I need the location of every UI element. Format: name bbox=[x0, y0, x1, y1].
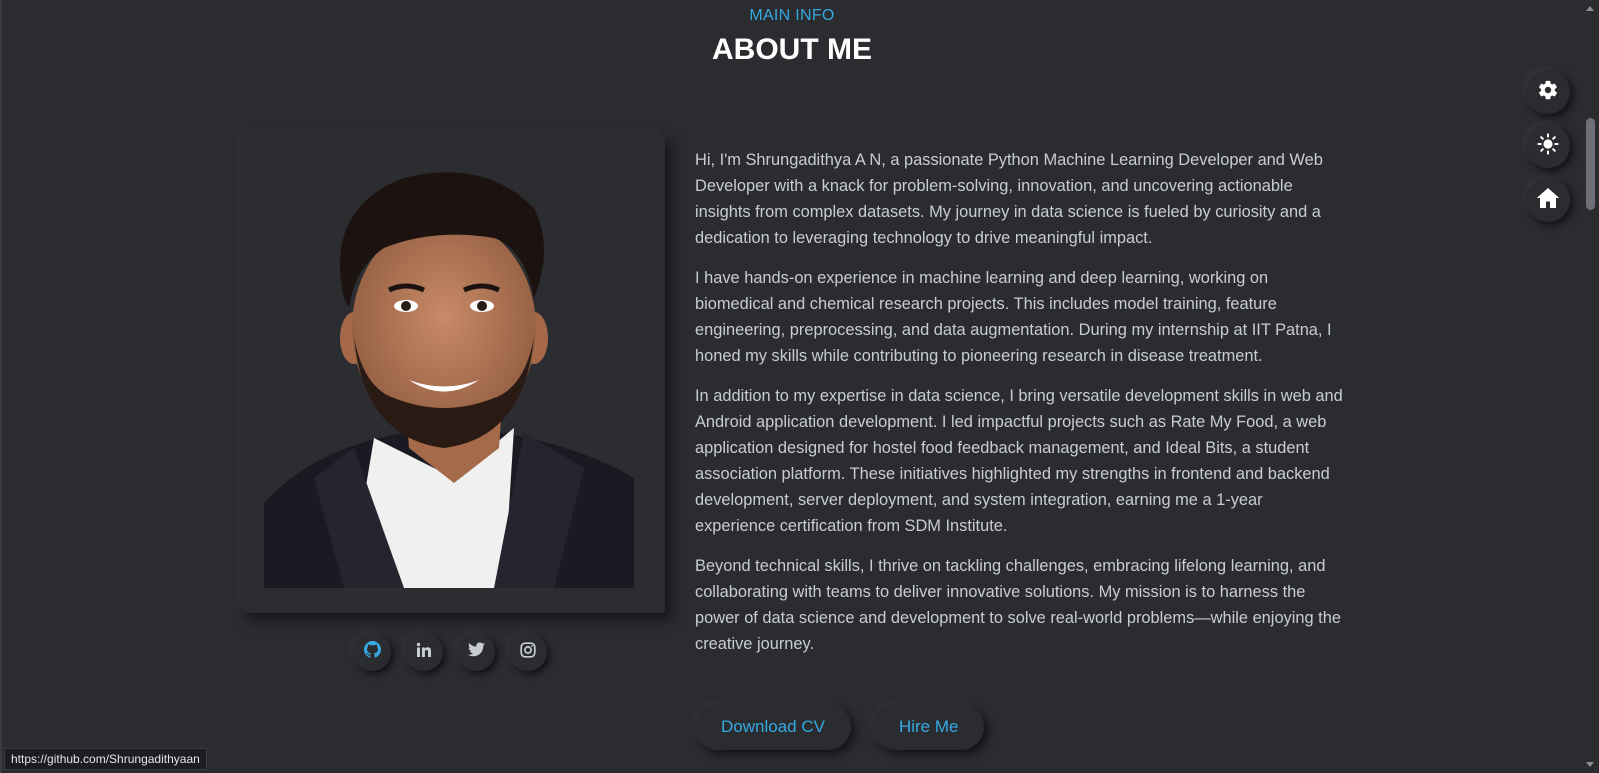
download-cv-button[interactable]: Download CV bbox=[695, 704, 851, 750]
scroll-thumb[interactable] bbox=[1586, 118, 1595, 210]
social-links bbox=[353, 633, 547, 671]
bio-text: Hi, I'm Shrungadithya A N, a passionate … bbox=[695, 147, 1345, 671]
twitter-link[interactable] bbox=[457, 633, 495, 671]
linkedin-icon bbox=[416, 642, 432, 663]
bio-paragraph: Beyond technical skills, I thrive on tac… bbox=[695, 557, 1341, 653]
profile-photo bbox=[254, 148, 652, 600]
github-icon bbox=[363, 641, 381, 663]
section-label: MAIN INFO bbox=[749, 7, 835, 24]
bio-paragraph: I have hands-on experience in machine le… bbox=[695, 269, 1332, 365]
home-button[interactable] bbox=[1526, 178, 1570, 222]
scrollbar[interactable] bbox=[1582, 0, 1599, 773]
settings-button[interactable] bbox=[1526, 70, 1570, 114]
linkedin-link[interactable] bbox=[405, 633, 443, 671]
action-buttons: Download CV Hire Me bbox=[695, 704, 985, 750]
home-icon bbox=[1536, 187, 1560, 214]
gear-icon bbox=[1537, 79, 1559, 106]
sun-icon bbox=[1537, 132, 1559, 160]
status-bar-url: https://github.com/Shrungadithyaan bbox=[4, 748, 207, 770]
twitter-icon bbox=[467, 642, 485, 662]
theme-toggle-button[interactable] bbox=[1526, 124, 1570, 168]
about-page: MAIN INFO ABOUT ME Hi, I'm Shrungadithya… bbox=[0, 0, 1599, 773]
instagram-link[interactable] bbox=[509, 633, 547, 671]
scroll-up-arrow[interactable] bbox=[1586, 6, 1594, 11]
hire-me-button[interactable]: Hire Me bbox=[872, 704, 985, 750]
bio-paragraph: Hi, I'm Shrungadithya A N, a passionate … bbox=[695, 151, 1323, 247]
instagram-icon bbox=[520, 641, 536, 663]
github-link[interactable] bbox=[353, 633, 391, 671]
page-title: ABOUT ME bbox=[712, 33, 872, 66]
bio-paragraph: In addition to my expertise in data scie… bbox=[695, 387, 1343, 535]
profile-photo-frame bbox=[241, 135, 665, 613]
scroll-down-arrow[interactable] bbox=[1586, 762, 1594, 767]
